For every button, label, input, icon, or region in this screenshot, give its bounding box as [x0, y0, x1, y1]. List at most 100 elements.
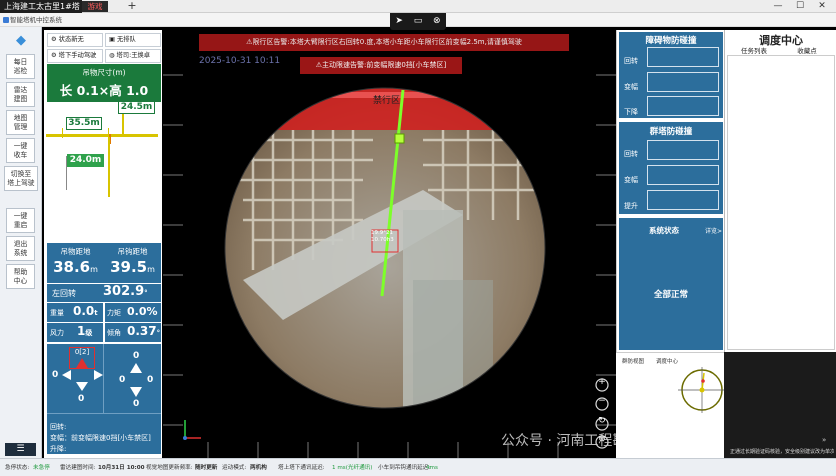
- group-title: 群塔防碰撞: [649, 127, 693, 137]
- dim-label-c: 24.0m: [67, 154, 104, 167]
- hoist-ground-number: 39.5: [110, 258, 148, 276]
- trolley-square: [394, 133, 405, 144]
- dim-tick-b2: [62, 128, 63, 138]
- msg-divider: [47, 413, 161, 414]
- right-arrow-icon[interactable]: [94, 370, 103, 380]
- up-arrow-icon-active[interactable]: [76, 358, 88, 368]
- nav-radar-mapping[interactable]: 雷达 建图: [6, 82, 35, 107]
- tab-favorites[interactable]: 收藏点: [781, 45, 833, 55]
- menu-button[interactable]: ☰: [5, 443, 36, 456]
- rotation-label: 左回转: [52, 289, 76, 298]
- down-gear-value: 0: [78, 394, 85, 404]
- hoist-down-arrow-icon[interactable]: [130, 387, 142, 397]
- pointer-icon[interactable]: ➤: [395, 13, 403, 30]
- estop-value: 未急停: [33, 465, 50, 471]
- rotation-value: 302.9°: [103, 284, 148, 299]
- queue-button[interactable]: ▣ 无排队: [105, 33, 161, 47]
- wind-unit: 级: [85, 329, 93, 337]
- msg-luff: 变幅：前变幅限速0挡[小车禁区]: [50, 434, 151, 442]
- msg-rotate: 回转:: [50, 423, 67, 431]
- weight-unit: t: [94, 309, 98, 317]
- mini-radar-svg: [678, 367, 724, 413]
- tilt-value: 0.37°: [127, 324, 160, 338]
- camera-map-view[interactable]: ⚠限行区告警:本塔大臂限行区右回转0.度,本塔小车距小车限行区前变幅2.5m,请…: [163, 30, 616, 458]
- zoom-in-button[interactable]: +: [596, 377, 608, 391]
- hoist-left-value: 0: [119, 375, 126, 385]
- app-logo-icon: [3, 17, 9, 23]
- hook-delay-value: 4ms: [426, 465, 438, 471]
- obstacle-luff-field: [647, 72, 719, 92]
- moment-box: 力矩 0.0%: [105, 303, 161, 322]
- control-box: 0[2] 0 0 0 0 0 0 0 回转: 变幅：前变幅限速0挡[小车禁区] …: [47, 344, 161, 454]
- obstacle-rotate-field: [647, 47, 719, 67]
- obstacle-luff-label: 变幅: [624, 83, 638, 91]
- hoist-ground-label: 吊钩距地: [117, 247, 148, 256]
- group-luff-label: 变幅: [624, 176, 638, 184]
- nav-label: 雷达 建图: [13, 86, 28, 103]
- group-view-panel: 群防视图 调度中心: [616, 352, 724, 458]
- close-icon[interactable]: ⊗: [433, 13, 441, 30]
- screen-icon[interactable]: ▭: [414, 13, 423, 30]
- left-arrow-icon[interactable]: [62, 370, 71, 380]
- nav-exit-system[interactable]: 退出 系统: [6, 236, 35, 261]
- manual-drive-button[interactable]: ⚙ 塔下手动驾驶: [47, 49, 103, 63]
- control-divider: [103, 344, 104, 414]
- hook-ground-label: 吊物距地: [60, 247, 91, 256]
- app-title: 智能塔机中控系统: [10, 16, 62, 24]
- left-gear-value: 0: [52, 370, 59, 380]
- weight-label: 重量: [50, 309, 64, 317]
- operator-button[interactable]: ◍ 塔司:王焕卓: [105, 49, 161, 63]
- wind-label: 风力: [50, 329, 64, 337]
- nav-switch-cab-drive[interactable]: 切换至 塔上驾驶: [4, 166, 38, 191]
- down-arrow-icon[interactable]: [76, 382, 88, 391]
- settings-icon: ⚙: [51, 36, 59, 43]
- tilt-box: 倾角 0.37°: [105, 323, 161, 342]
- rotation-unit: °: [144, 289, 148, 297]
- hoist-up-value: 0: [133, 351, 140, 361]
- brand-logo-icon: ◆: [16, 33, 26, 48]
- hoist-ground-value: 39.5m: [104, 258, 161, 276]
- obstacle-lower-field: [647, 96, 719, 116]
- hook-delay-label: 小车到吊钩通讯延迟:: [378, 465, 431, 471]
- status-button-label: 状态新无: [58, 36, 84, 43]
- minimize-button[interactable]: —: [768, 0, 788, 13]
- hoist-up-arrow-icon[interactable]: [130, 363, 142, 373]
- nav-one-key-park[interactable]: 一键 收车: [6, 138, 35, 163]
- obstacle-title: 障碍物防碰撞: [645, 36, 697, 46]
- nav-daily-inspection[interactable]: 每日 巡检: [6, 54, 35, 79]
- dim-label-a: 24.5m: [118, 101, 155, 114]
- notification-panel: 正通过长期验证码核验，安全级别建议改为单次验证码 »: [724, 352, 836, 458]
- system-status-link[interactable]: 详览>: [705, 226, 722, 235]
- nav-label: 每日 巡检: [13, 58, 28, 75]
- gear-indicator: 0[2]: [74, 348, 90, 356]
- tilt-label: 倾角: [107, 329, 121, 337]
- maximize-button[interactable]: ☐: [790, 0, 810, 13]
- zoom-out-button[interactable]: −: [596, 396, 608, 410]
- dim-tick-b: [108, 128, 109, 138]
- group-rotate-field: [647, 140, 719, 160]
- new-tab-button[interactable]: +: [125, 0, 139, 13]
- weight-value: 0.0t: [73, 304, 98, 318]
- moment-label: 力矩: [107, 309, 121, 317]
- distance-box: 吊物距地 吊钩距地 38.6m 39.5m: [47, 243, 161, 283]
- group-lift-label: 提升: [624, 202, 638, 210]
- motion-mode-label: 运动模式:: [222, 465, 247, 471]
- group-lift-field: [647, 190, 719, 210]
- nav-one-key-restart[interactable]: 一键 重启: [6, 208, 35, 233]
- rotate-view-button[interactable]: ↻: [596, 416, 608, 430]
- browser-tab-active[interactable]: 上海建工太古里1#塔: [0, 0, 82, 13]
- manual-drive-label: 塔下手动驾驶: [58, 52, 97, 59]
- close-button[interactable]: ✕: [812, 0, 832, 13]
- expand-arrow-icon[interactable]: »: [822, 436, 826, 444]
- nav-help-center[interactable]: 帮助 中心: [6, 264, 35, 289]
- status-bar: 急停状态: 未急停 雷达建图时间: 10月31日 10:00 视觉地图更新频率:…: [0, 458, 836, 476]
- hook-tag: 19.9°21 10.70h3: [371, 230, 394, 244]
- browser-tab-game[interactable]: 游戏: [82, 1, 108, 12]
- nav-map-manage[interactable]: 地图 管理: [6, 110, 35, 135]
- weight-box: 重量 0.0t: [47, 303, 103, 322]
- status-button[interactable]: ⚙ 状态新无: [47, 33, 103, 47]
- hook-tag-line1: 19.9°21: [371, 230, 393, 236]
- nav-label: 地图 管理: [13, 114, 28, 131]
- user-icon: ◍: [109, 52, 117, 59]
- hook-ground-unit: m: [90, 265, 98, 274]
